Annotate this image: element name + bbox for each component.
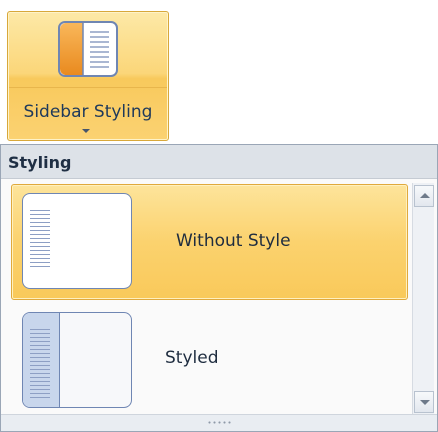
scroll-down-button[interactable] bbox=[414, 391, 434, 413]
gallery-item-styled[interactable]: Styled bbox=[11, 305, 408, 415]
gallery-section-header: Styling bbox=[1, 145, 437, 179]
sidebar-styling-label: Sidebar Styling bbox=[23, 102, 153, 122]
sidebar-styling-button[interactable]: Sidebar Styling bbox=[7, 11, 169, 141]
split-divider bbox=[9, 87, 167, 88]
chevron-down-icon bbox=[420, 400, 430, 405]
sidebar-layout-icon bbox=[58, 21, 118, 77]
chevron-up-icon bbox=[420, 193, 430, 198]
text-lines-icon bbox=[30, 329, 50, 401]
dropdown-arrow-icon[interactable] bbox=[82, 129, 90, 133]
styled-sidebar-thumbnail-icon bbox=[22, 312, 132, 408]
styling-gallery-dropdown: Styling Without Style Styled bbox=[0, 144, 438, 432]
section-title: Styling bbox=[8, 153, 72, 172]
item-label: Styled bbox=[165, 348, 219, 368]
plain-sidebar-thumbnail-icon bbox=[22, 193, 132, 289]
gallery-scrollbar[interactable] bbox=[412, 183, 434, 415]
text-lines-icon bbox=[30, 210, 50, 270]
sidebar-styling-control: Sidebar Styling Styling Without Style St… bbox=[0, 0, 438, 432]
item-label: Without Style bbox=[176, 231, 291, 251]
grip-dots-icon bbox=[207, 421, 231, 424]
gallery-item-without-style[interactable]: Without Style bbox=[11, 184, 408, 300]
resize-grip[interactable] bbox=[1, 414, 437, 431]
scroll-up-button[interactable] bbox=[414, 185, 434, 207]
